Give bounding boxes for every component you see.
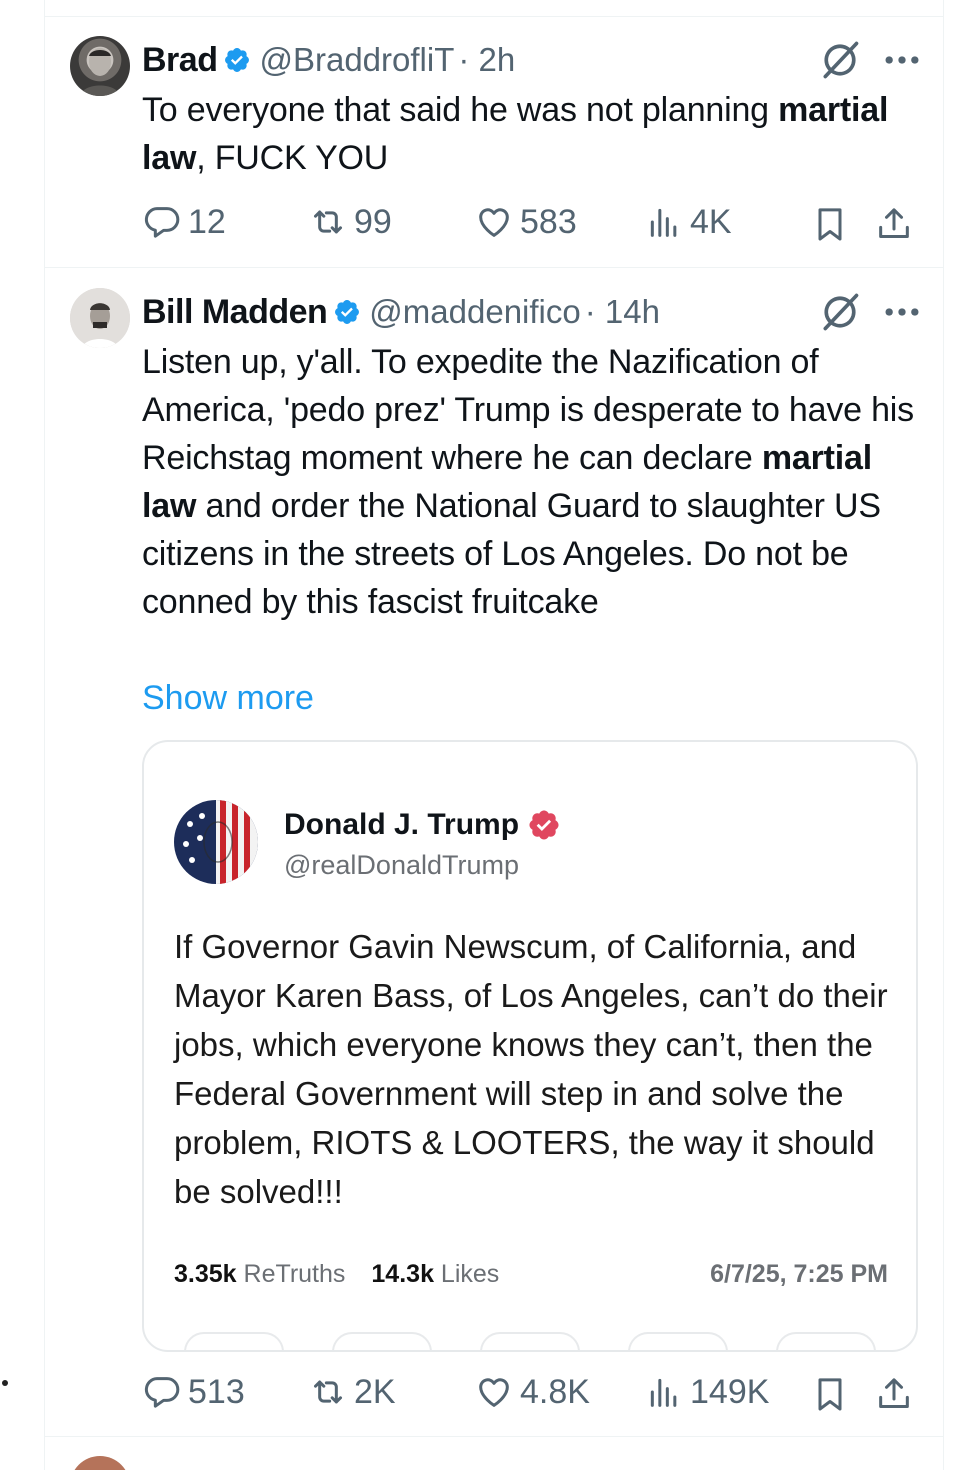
tweet-text: Listen up, y'all. To expedite the Nazifi… [142,338,914,626]
reply-count: 513 [188,1372,245,1411]
divider [44,1436,944,1437]
reply-button[interactable]: 12 [142,202,226,242]
bookmark-button[interactable] [810,1374,850,1419]
text-part: To everyone that said he was not plannin… [142,91,779,129]
timestamp[interactable]: · 14h [585,293,660,331]
truth-action-pill [776,1332,876,1350]
bookmark-icon [810,204,850,244]
likes-count: 14.3k [371,1260,434,1288]
tweet-bill-madden[interactable]: Bill Madden @maddenifico · 14h Listen up… [44,268,944,1436]
repost-icon [308,202,348,242]
truth-action-pill [332,1332,432,1350]
reply-count: 12 [188,202,226,241]
likes-label: Likes [440,1260,500,1288]
repost-count: 99 [354,202,392,241]
views-button[interactable]: 4K [644,202,732,242]
truth-action-pill [628,1332,728,1350]
reply-button[interactable]: 513 [142,1372,245,1412]
retruths-label: ReTruths [243,1260,346,1288]
verified-badge-icon [223,46,251,74]
view-count: 4K [690,202,732,241]
more-icon[interactable] [880,290,924,334]
display-name[interactable]: Bill Madden [142,293,328,332]
avatar[interactable] [70,288,130,348]
reply-icon [142,1372,182,1412]
avatar[interactable] [70,36,130,96]
truth-author: Donald J. Trump [284,808,561,842]
edge-dot [2,1380,8,1386]
truth-verified-badge-icon [529,810,559,840]
user-handle[interactable]: @maddenifico [369,293,580,331]
reply-icon [142,202,182,242]
display-name[interactable]: Brad [142,41,218,80]
text-part: and order the National Guard to slaughte… [142,487,881,621]
avatar-photo [80,48,120,96]
user-handle[interactable]: @BraddrofliT [259,41,454,79]
like-count: 583 [520,202,577,241]
like-icon [474,1372,514,1412]
flag-portrait-image [174,800,258,884]
like-button[interactable]: 4.8K [474,1372,590,1412]
verified-badge-icon [333,298,361,326]
repost-button[interactable]: 99 [308,202,392,242]
grok-icon[interactable] [818,290,862,334]
share-button[interactable] [874,204,914,249]
bookmark-button[interactable] [810,204,850,249]
likes-stat: 14.3k Likes [371,1260,499,1289]
timestamp[interactable]: · 2h [458,41,515,79]
share-icon [874,204,914,244]
truth-avatar [174,800,258,884]
truth-stats: 3.35k ReTruths 14.3k Likes 6/7/25, 7:25 … [174,1260,888,1289]
truth-date: 6/7/25, 7:25 PM [710,1260,888,1288]
avatar-photo [70,288,130,348]
views-button[interactable]: 149K [644,1372,769,1412]
truth-display-name: Donald J. Trump [284,808,520,841]
share-button[interactable] [874,1374,914,1419]
grok-icon[interactable] [818,38,862,82]
repost-icon [308,1372,348,1412]
tweet-text: To everyone that said he was not plannin… [142,86,914,182]
bookmark-icon [810,1374,850,1414]
tweet-header: Brad @BraddrofliT · 2h [142,38,924,82]
quoted-truth-image[interactable]: Donald J. Trump @realDonaldTrump If Gove… [142,740,918,1352]
like-button[interactable]: 583 [474,202,577,242]
retruths-count: 3.35k [174,1260,237,1288]
truth-handle: @realDonaldTrump [284,850,519,880]
repost-button[interactable]: 2K [308,1372,396,1412]
tweet-brad[interactable]: Brad @BraddrofliT · 2h To everyone that … [44,16,944,267]
truth-action-pill [480,1332,580,1350]
tweet-header: Bill Madden @maddenifico · 14h [142,290,924,334]
more-icon[interactable] [880,38,924,82]
action-bar: 513 2K 4.8K 149K [142,1372,916,1416]
text-part: , FUCK YOU [196,139,389,177]
like-count: 4.8K [520,1372,590,1411]
truth-action-pill [184,1332,284,1350]
views-icon [644,202,684,242]
repost-count: 2K [354,1372,396,1411]
show-more-link[interactable]: Show more [142,674,314,722]
truth-text: If Governor Gavin Newscum, of California… [174,928,888,1210]
share-icon [874,1374,914,1414]
view-count: 149K [690,1372,770,1411]
like-icon [474,202,514,242]
views-icon [644,1372,684,1412]
retruths-stat: 3.35k ReTruths [174,1260,345,1289]
action-bar: 12 99 583 4K [142,202,916,246]
